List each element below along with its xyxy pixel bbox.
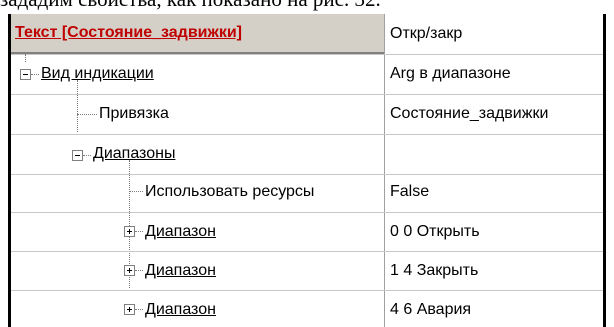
property-value[interactable]: 0 0 Открыть — [390, 223, 480, 241]
collapse-toggle-icon[interactable] — [20, 69, 31, 80]
tree-line — [135, 231, 143, 233]
expand-toggle-icon[interactable] — [124, 226, 135, 237]
property-value[interactable]: Arg в диапазоне — [390, 65, 511, 83]
expand-toggle-icon[interactable] — [124, 265, 135, 276]
grid-header-row[interactable]: Текст [Состояние_задвижки] Откр/закр — [11, 14, 603, 54]
property-name: Использовать ресурсы — [145, 183, 315, 200]
property-row-range[interactable]: Диапазон 0 0 Открыть — [11, 212, 603, 252]
property-row-range[interactable]: Диапазон 4 6 Авария — [11, 290, 603, 327]
property-value[interactable]: 4 6 Авария — [390, 301, 471, 319]
tree-line — [31, 74, 39, 76]
property-name: Диапазоны — [93, 145, 176, 162]
collapse-toggle-icon[interactable] — [72, 150, 83, 161]
tree-line — [135, 309, 143, 311]
document-caption-text: зададим свойства, как показано на рис. 3… — [0, 0, 614, 12]
tree-line — [135, 270, 143, 272]
property-name: Привязка — [99, 105, 169, 122]
property-value[interactable]: False — [390, 183, 429, 201]
property-value[interactable]: Состояние_задвижки — [390, 105, 548, 123]
property-value[interactable]: 1 4 Закрыть — [390, 262, 478, 280]
property-name: Диапазон — [145, 223, 216, 240]
property-name: Диапазон — [145, 301, 216, 318]
property-row-display-mode[interactable]: Вид индикации Arg в диапазоне — [11, 54, 603, 94]
property-row-binding[interactable]: Привязка Состояние_задвижки — [11, 94, 603, 134]
property-name: Вид индикации — [41, 65, 154, 82]
property-row-use-resources[interactable]: Использовать ресурсы False — [11, 172, 603, 212]
tree-line — [83, 155, 91, 157]
property-name: Диапазон — [145, 262, 216, 279]
expand-toggle-icon[interactable] — [124, 304, 135, 315]
property-row-ranges[interactable]: Диапазоны — [11, 134, 603, 174]
object-value: Откр/закр — [390, 25, 463, 42]
property-grid: Текст [Состояние_задвижки] Откр/закр Вид… — [8, 14, 606, 327]
property-row-range[interactable]: Диапазон 1 4 Закрыть — [11, 251, 603, 291]
header-name-cell: Текст [Состояние_задвижки] — [11, 14, 384, 54]
object-name: Текст [Состояние_задвижки] — [15, 24, 242, 41]
